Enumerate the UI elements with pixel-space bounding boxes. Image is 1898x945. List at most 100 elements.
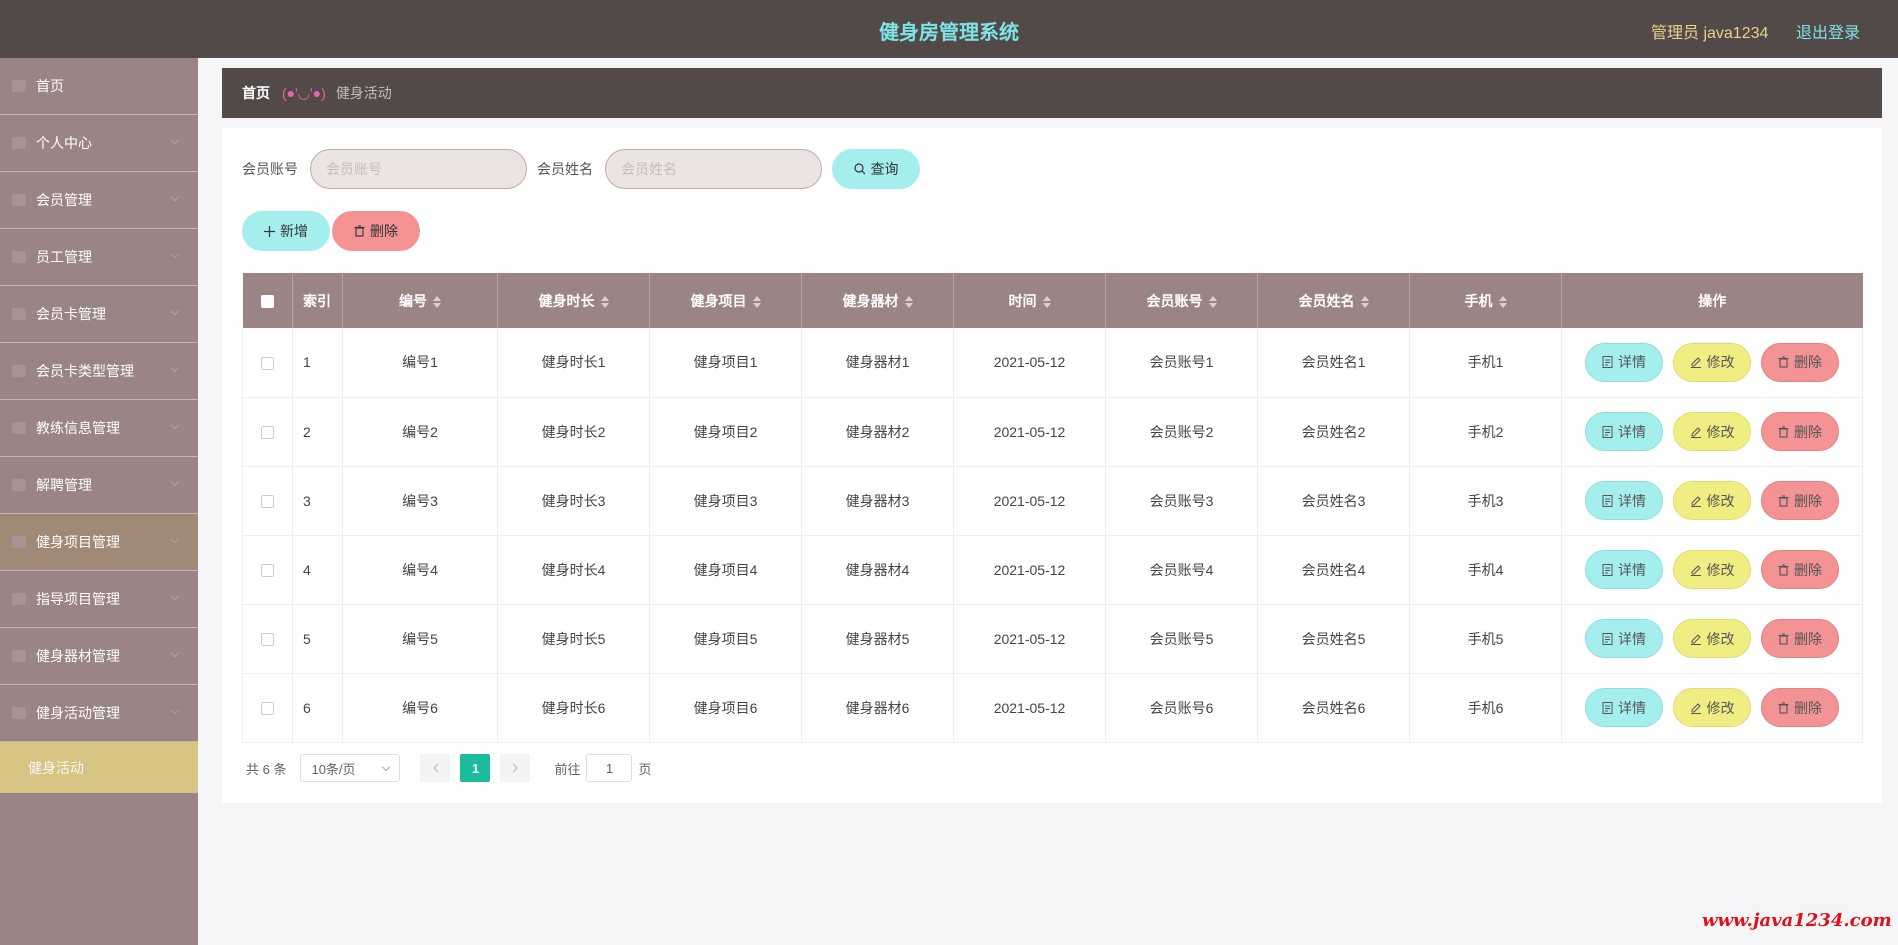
add-button[interactable]: 新增 xyxy=(242,211,330,251)
header-code[interactable]: 编号 xyxy=(342,273,498,328)
cell-index: 6 xyxy=(292,673,343,743)
goto-page-input[interactable] xyxy=(586,754,633,782)
cell-equipment: 健身器材3 xyxy=(801,466,954,536)
sidebar-item-label: 健身器材管理 xyxy=(36,648,120,664)
query-button[interactable]: 查询 xyxy=(832,149,920,189)
sidebar-item-label: 会员卡管理 xyxy=(36,306,106,322)
sidebar-item-8[interactable]: 健身项目管理 xyxy=(0,514,198,571)
delete-button[interactable]: 删除 xyxy=(1761,481,1839,520)
breadcrumb-separator: (●'◡'●) xyxy=(282,84,326,101)
user-icon xyxy=(12,137,26,149)
member-name-input[interactable] xyxy=(605,149,822,189)
edit-button[interactable]: 修改 xyxy=(1673,619,1751,658)
sidebar-item-label: 解聘管理 xyxy=(36,477,92,493)
members-icon xyxy=(12,194,26,206)
row-checkbox[interactable] xyxy=(261,357,274,371)
header-account[interactable]: 会员账号 xyxy=(1105,273,1258,328)
next-page-button[interactable] xyxy=(500,754,531,782)
header-project[interactable]: 健身项目 xyxy=(649,273,802,328)
edit-button[interactable]: 修改 xyxy=(1673,412,1751,451)
header-duration[interactable]: 健身时长 xyxy=(497,273,650,328)
sort-icon[interactable] xyxy=(600,295,609,308)
sidebar-item-4[interactable]: 会员卡管理 xyxy=(0,286,198,343)
table-row[interactable]: 3 编号3 健身时长3 健身项目3 健身器材3 2021-05-12 会员账号3 会员姓名3 手… xyxy=(242,466,1863,536)
row-checkbox[interactable] xyxy=(261,495,274,509)
sort-icon[interactable] xyxy=(904,295,913,308)
cell-name: 会员姓名4 xyxy=(1257,535,1410,605)
sidebar-item-5[interactable]: 会员卡类型管理 xyxy=(0,343,198,400)
delete-button[interactable]: 删除 xyxy=(1761,550,1839,589)
page-number-button[interactable]: 1 xyxy=(460,754,491,782)
table-row[interactable]: 4 编号4 健身时长4 健身项目4 健身器材4 2021-05-12 会员账号4 会员姓名4 手… xyxy=(242,535,1863,605)
detail-button[interactable]: 详情 xyxy=(1585,342,1663,382)
row-checkbox[interactable] xyxy=(261,564,274,578)
delete-button[interactable]: 删除 xyxy=(1761,688,1839,727)
delete-button[interactable]: 删除 xyxy=(1761,619,1839,658)
sidebar-item-11[interactable]: 健身活动管理 xyxy=(0,685,198,742)
card-icon xyxy=(12,308,26,320)
edit-button[interactable]: 修改 xyxy=(1673,688,1751,727)
table-row[interactable]: 5 编号5 健身时长5 健身项目5 健身器材5 2021-05-12 会员账号5 会员姓名5 手… xyxy=(242,604,1863,674)
edit-button[interactable]: 修改 xyxy=(1673,342,1751,382)
sidebar-item-0[interactable]: 首页 xyxy=(0,58,198,115)
table-row[interactable]: 6 编号6 健身时长6 健身项目6 健身器材6 2021-05-12 会员账号6 会员姓名6 手… xyxy=(242,673,1863,743)
member-account-input[interactable] xyxy=(310,149,527,189)
detail-button-label: 详情 xyxy=(1618,699,1646,716)
row-checkbox[interactable] xyxy=(261,702,274,716)
prev-page-button[interactable] xyxy=(420,754,451,782)
detail-button-label: 详情 xyxy=(1618,423,1646,440)
trash-icon xyxy=(1778,563,1789,576)
delete-button-label: 删除 xyxy=(1794,492,1822,509)
cell-equipment: 健身器材1 xyxy=(801,328,954,398)
cell-equipment: 健身器材6 xyxy=(801,673,954,743)
sort-icon[interactable] xyxy=(1208,295,1217,308)
detail-button[interactable]: 详情 xyxy=(1585,550,1663,589)
sidebar-item-1[interactable]: 个人中心 xyxy=(0,115,198,172)
header-equipment[interactable]: 健身器材 xyxy=(801,273,954,328)
sort-icon[interactable] xyxy=(1498,295,1507,308)
sort-icon[interactable] xyxy=(752,295,761,308)
sort-icon[interactable] xyxy=(1042,295,1051,308)
logout-link[interactable]: 退出登录 xyxy=(1796,19,1860,43)
header-name[interactable]: 会员姓名 xyxy=(1257,273,1410,328)
sidebar-subitem-fitness-activity[interactable]: 健身活动 xyxy=(0,742,198,793)
breadcrumb-home[interactable]: 首页 xyxy=(242,83,270,103)
detail-button[interactable]: 详情 xyxy=(1585,688,1663,727)
detail-button-label: 详情 xyxy=(1618,561,1646,578)
sort-icon[interactable] xyxy=(433,295,441,308)
sidebar-item-6[interactable]: 教练信息管理 xyxy=(0,400,198,457)
header-time-label: 时间 xyxy=(1008,292,1037,309)
equipment-icon xyxy=(12,650,26,662)
header-phone[interactable]: 手机 xyxy=(1409,273,1562,328)
detail-button[interactable]: 详情 xyxy=(1585,619,1663,658)
trash-icon xyxy=(1778,494,1789,507)
detail-button[interactable]: 详情 xyxy=(1585,481,1663,520)
cell-index: 4 xyxy=(292,535,343,605)
chevron-down-icon xyxy=(170,648,180,658)
header-time[interactable]: 时间 xyxy=(953,273,1106,328)
detail-button[interactable]: 详情 xyxy=(1585,412,1663,451)
sidebar-item-7[interactable]: 解聘管理 xyxy=(0,457,198,514)
table-row[interactable]: 1 编号1 健身时长1 健身项目1 健身器材1 2021-05-12 会员账号1 会员姓名1 手… xyxy=(242,328,1863,398)
select-all-checkbox[interactable] xyxy=(260,295,274,309)
sidebar: 首页 个人中心 会员管理 员工管理会员卡管理会员卡类型管理 教练信息管理解聘管理健身项目… xyxy=(0,58,198,945)
sidebar-item-9[interactable]: 指导项目管理 xyxy=(0,571,198,628)
sidebar-item-10[interactable]: 健身器材管理 xyxy=(0,628,198,685)
cell-time: 2021-05-12 xyxy=(953,604,1106,674)
batch-delete-button[interactable]: 删除 xyxy=(332,211,420,251)
edit-button[interactable]: 修改 xyxy=(1673,550,1751,589)
edit-button[interactable]: 修改 xyxy=(1673,481,1751,520)
row-checkbox[interactable] xyxy=(261,426,274,440)
row-checkbox[interactable] xyxy=(261,633,274,647)
delete-button[interactable]: 删除 xyxy=(1761,342,1839,382)
cell-phone: 手机3 xyxy=(1409,466,1562,536)
sidebar-item-2[interactable]: 会员管理 xyxy=(0,172,198,229)
header-duration-label: 健身时长 xyxy=(538,292,595,309)
delete-button[interactable]: 删除 xyxy=(1761,412,1839,451)
sort-icon[interactable] xyxy=(1360,295,1369,308)
page-size-select[interactable]: 10条/页 xyxy=(300,754,401,782)
cell-account: 会员账号5 xyxy=(1105,604,1258,674)
sidebar-item-3[interactable]: 员工管理 xyxy=(0,229,198,286)
cell-equipment: 健身器材5 xyxy=(801,604,954,674)
table-row[interactable]: 2 编号2 健身时长2 健身项目2 健身器材2 2021-05-12 会员账号2 会员姓名2 手… xyxy=(242,397,1863,467)
